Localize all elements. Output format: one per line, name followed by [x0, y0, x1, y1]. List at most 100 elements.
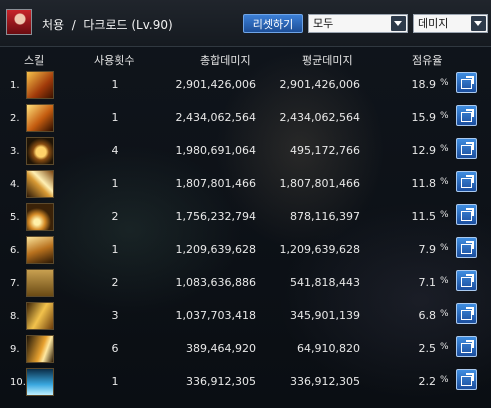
row-index: 6.: [10, 245, 20, 256]
percent-sign: %: [440, 342, 449, 352]
col-share: 점유율: [412, 54, 443, 67]
percent-sign: %: [440, 243, 449, 253]
total-damage: 1,756,232,794: [175, 210, 256, 223]
golden-slash-icon: [26, 170, 54, 198]
double-slash-icon: [26, 302, 54, 330]
percent-sign: %: [440, 309, 449, 319]
dragon-fire-icon: [26, 104, 54, 132]
column-headers: 스킬 사용횟수 총합데미지 평균데미지 점유율: [0, 50, 491, 68]
stat-type-select-value: 데미지: [418, 17, 449, 30]
total-damage: 1,980,691,064: [175, 144, 256, 157]
open-detail-icon[interactable]: [456, 72, 477, 93]
table-row: 9. 6 389,464,920 64,910,820 2.5 %: [0, 332, 491, 365]
use-count: 1: [111, 243, 119, 256]
gate-seal-icon: [26, 269, 54, 297]
total-damage: 336,912,305: [186, 375, 256, 388]
open-detail-icon[interactable]: [456, 336, 477, 357]
open-detail-icon[interactable]: [456, 270, 477, 291]
use-count: 3: [111, 309, 119, 322]
share-percent: 15.9: [411, 111, 437, 124]
spiral-burst-icon: [26, 203, 54, 231]
chevron-down-icon[interactable]: [391, 16, 406, 31]
table-row: 1. 1 2,901,426,006 2,901,426,006 18.9 %: [0, 68, 491, 101]
avg-damage: 2,434,062,564: [279, 111, 360, 124]
share-percent: 2.2: [418, 375, 437, 388]
avg-damage: 541,818,443: [290, 276, 360, 289]
character-name: 처용 / 다크로드 (Lv.90): [42, 18, 173, 32]
percent-sign: %: [440, 276, 449, 286]
avg-damage: 345,901,139: [290, 309, 360, 322]
percent-sign: %: [440, 210, 449, 220]
avg-damage: 1,209,639,628: [279, 243, 360, 256]
use-count: 1: [111, 177, 119, 190]
percent-sign: %: [440, 375, 449, 385]
row-index: 5.: [10, 212, 20, 223]
use-count: 1: [111, 111, 119, 124]
table-row: 6. 1 1,209,639,628 1,209,639,628 7.9 %: [0, 233, 491, 266]
total-damage: 1,209,639,628: [175, 243, 256, 256]
row-index: 2.: [10, 113, 20, 124]
open-detail-icon[interactable]: [456, 237, 477, 258]
open-detail-icon[interactable]: [456, 171, 477, 192]
share-percent: 12.9: [411, 144, 437, 157]
avg-damage: 878,116,397: [290, 210, 360, 223]
share-percent: 2.5: [418, 342, 437, 355]
table-row: 2. 1 2,434,062,564 2,434,062,564 15.9 %: [0, 101, 491, 134]
reset-button[interactable]: 리셋하기: [243, 14, 303, 33]
ice-pillar-icon: [26, 368, 54, 396]
table-row: 8. 3 1,037,703,418 345,901,139 6.8 %: [0, 299, 491, 332]
share-percent: 11.5: [411, 210, 437, 223]
share-percent: 18.9: [411, 78, 437, 91]
open-detail-icon[interactable]: [456, 369, 477, 390]
total-damage: 1,037,703,418: [175, 309, 256, 322]
row-index: 10.: [10, 377, 26, 388]
total-damage: 1,807,801,466: [175, 177, 256, 190]
percent-sign: %: [440, 111, 449, 121]
chevron-down-icon[interactable]: [471, 16, 486, 31]
use-count: 1: [111, 78, 119, 91]
row-index: 8.: [10, 311, 20, 322]
percent-sign: %: [440, 144, 449, 154]
row-index: 4.: [10, 179, 20, 190]
col-use-count: 사용횟수: [94, 54, 135, 67]
open-detail-icon[interactable]: [456, 204, 477, 225]
share-percent: 11.8: [411, 177, 437, 190]
total-damage: 1,083,636,886: [175, 276, 256, 289]
avg-damage: 2,901,426,006: [279, 78, 360, 91]
golden-orb-icon: [26, 137, 54, 165]
row-index: 7.: [10, 278, 20, 289]
use-count: 6: [111, 342, 119, 355]
dash-cut-icon: [26, 335, 54, 363]
use-count: 2: [111, 210, 119, 223]
open-detail-icon[interactable]: [456, 105, 477, 126]
stat-type-select[interactable]: 데미지: [413, 14, 488, 33]
filter-select-value: 모두: [313, 17, 334, 30]
table-row: 10. 1 336,912,305 336,912,305 2.2 %: [0, 365, 491, 398]
table-row: 4. 1 1,807,801,466 1,807,801,466 11.8 %: [0, 167, 491, 200]
use-count: 2: [111, 276, 119, 289]
share-percent: 7.9: [418, 243, 437, 256]
flame-slash-icon: [26, 71, 54, 99]
claw-strike-icon: [26, 236, 54, 264]
avg-damage: 64,910,820: [297, 342, 360, 355]
row-index: 3.: [10, 146, 20, 157]
total-damage: 2,901,426,006: [175, 78, 256, 91]
character-avatar: [6, 9, 32, 35]
row-index: 9.: [10, 344, 20, 355]
open-detail-icon[interactable]: [456, 138, 477, 159]
percent-sign: %: [440, 78, 449, 88]
total-damage: 2,434,062,564: [175, 111, 256, 124]
stats-header: 처용 / 다크로드 (Lv.90) 리셋하기 모두 데미지: [0, 0, 491, 47]
col-total-damage: 총합데미지: [200, 54, 251, 67]
col-avg-damage: 평균데미지: [302, 54, 353, 67]
avg-damage: 336,912,305: [290, 375, 360, 388]
avg-damage: 1,807,801,466: [279, 177, 360, 190]
filter-select[interactable]: 모두: [308, 14, 408, 33]
use-count: 4: [111, 144, 119, 157]
percent-sign: %: [440, 177, 449, 187]
table-row: 7. 2 1,083,636,886 541,818,443 7.1 %: [0, 266, 491, 299]
table-row: 5. 2 1,756,232,794 878,116,397 11.5 %: [0, 200, 491, 233]
open-detail-icon[interactable]: [456, 303, 477, 324]
share-percent: 6.8: [418, 309, 437, 322]
table-row: 3. 4 1,980,691,064 495,172,766 12.9 %: [0, 134, 491, 167]
